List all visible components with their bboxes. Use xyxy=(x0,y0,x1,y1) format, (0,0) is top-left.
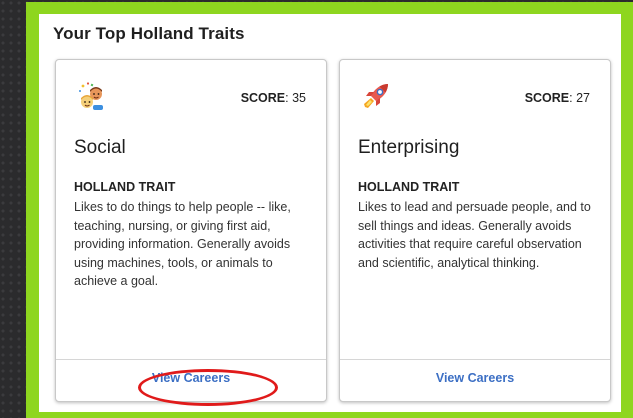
traits-panel: Your Top Holland Traits SCORE: 35 Social… xyxy=(39,14,621,412)
green-frame: Your Top Holland Traits SCORE: 35 Social… xyxy=(26,2,633,418)
trait-label: HOLLAND TRAIT xyxy=(74,180,176,194)
trait-description: Likes to lead and persuade people, and t… xyxy=(358,200,591,270)
card-footer: View Careers xyxy=(56,359,326,401)
card-footer: View Careers xyxy=(340,359,610,401)
trait-card-social: SCORE: 35 Social HOLLAND TRAIT Likes to … xyxy=(55,59,327,402)
trait-card-enterprising: SCORE: 27 Enterprising HOLLAND TRAIT Lik… xyxy=(339,59,611,402)
trait-label: HOLLAND TRAIT xyxy=(358,180,460,194)
trait-name: Enterprising xyxy=(358,137,460,158)
score: SCORE: 35 xyxy=(240,91,306,105)
view-careers-link[interactable]: View Careers xyxy=(436,371,514,385)
trait-name: Social xyxy=(74,137,126,158)
trait-description: Likes to do things to help people -- lik… xyxy=(74,200,291,288)
rocket-icon xyxy=(361,81,391,111)
trait-cards: SCORE: 35 Social HOLLAND TRAIT Likes to … xyxy=(55,59,611,406)
score: SCORE: 27 xyxy=(524,91,590,105)
people-celebrating-icon xyxy=(77,81,107,111)
view-careers-link[interactable]: View Careers xyxy=(152,371,230,385)
panel-title: Your Top Holland Traits xyxy=(53,24,245,43)
